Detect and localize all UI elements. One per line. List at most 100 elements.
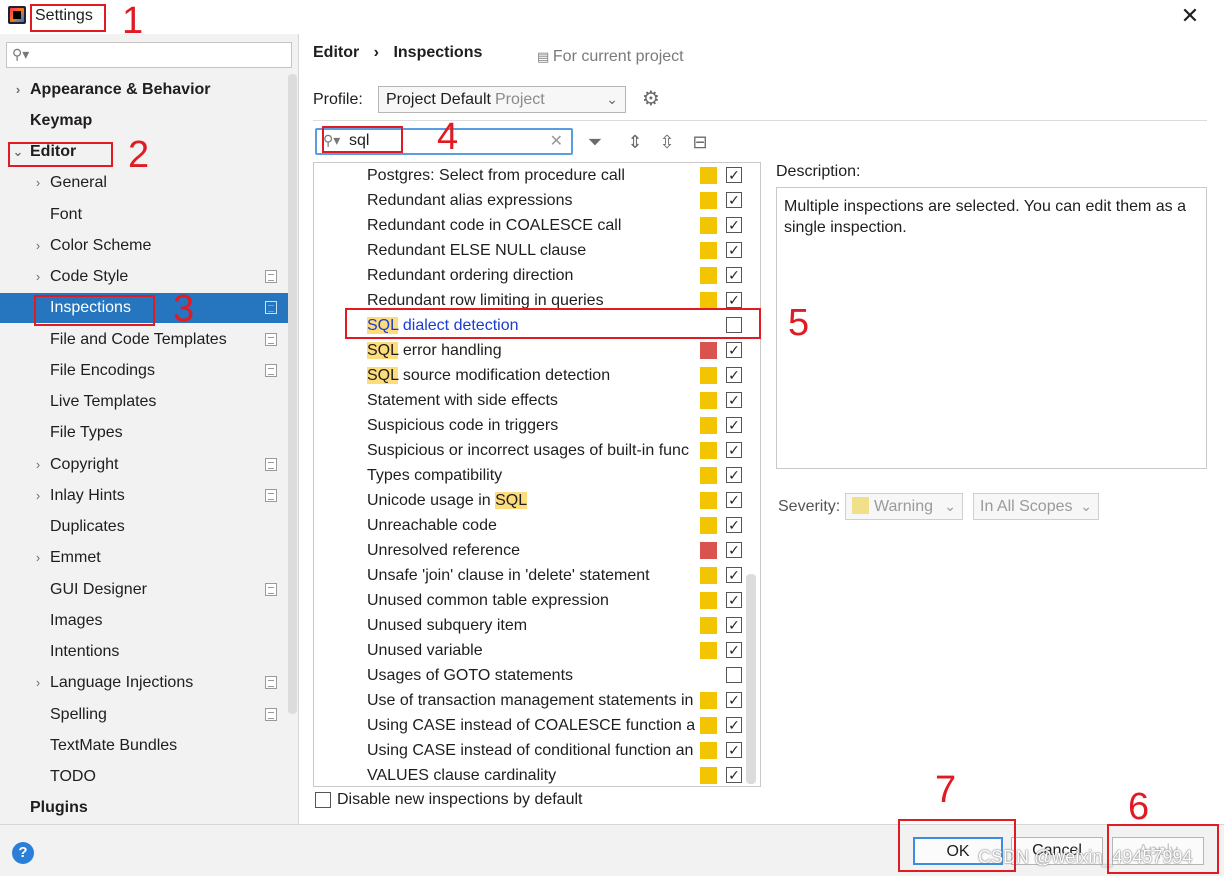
inspection-row[interactable]: Redundant alias expressions ✓ bbox=[314, 188, 760, 213]
inspection-row[interactable]: Unresolved reference ✓ bbox=[314, 538, 760, 563]
sidebar-search-input[interactable]: ⚲▾ bbox=[6, 42, 292, 68]
sidebar-scrollbar[interactable] bbox=[288, 74, 297, 714]
chevron-right-icon[interactable]: › bbox=[32, 543, 44, 573]
inspection-row[interactable]: Unused variable ✓ bbox=[314, 638, 760, 663]
chevron-right-icon[interactable]: › bbox=[32, 231, 44, 261]
inspection-checkbox[interactable]: ✓ bbox=[726, 267, 742, 283]
inspection-row[interactable]: Statement with side effects ✓ bbox=[314, 388, 760, 413]
sidebar-item-general[interactable]: › General bbox=[0, 168, 288, 198]
sidebar-item-editor[interactable]: ⌄ Editor bbox=[0, 137, 288, 167]
inspection-checkbox[interactable]: ✓ bbox=[726, 692, 742, 708]
inspection-row[interactable]: Unicode usage in SQL ✓ bbox=[314, 488, 760, 513]
inspection-row[interactable]: Redundant row limiting in queries ✓ bbox=[314, 288, 760, 313]
severity-dropdown[interactable]: Warning ⌄ bbox=[845, 493, 963, 520]
inspection-checkbox[interactable]: ✓ bbox=[726, 217, 742, 233]
inspection-row[interactable]: Use of transaction management statements… bbox=[314, 688, 760, 713]
chevron-down-icon[interactable]: ⌄ bbox=[12, 137, 24, 167]
sidebar-item-file-types[interactable]: File Types bbox=[0, 418, 288, 448]
expand-all-icon[interactable]: ⇕ bbox=[624, 131, 646, 153]
inspection-row[interactable]: Using CASE instead of COALESCE function … bbox=[314, 713, 760, 738]
scope-dropdown[interactable]: In All Scopes ⌄ bbox=[973, 493, 1099, 520]
sidebar-item-live-templates[interactable]: Live Templates bbox=[0, 387, 288, 417]
sidebar-item-file-and-code-templates[interactable]: File and Code Templates bbox=[0, 325, 288, 355]
inspection-checkbox[interactable] bbox=[726, 317, 742, 333]
sidebar-item-emmet[interactable]: › Emmet bbox=[0, 543, 288, 573]
inspection-checkbox[interactable]: ✓ bbox=[726, 742, 742, 758]
inspection-checkbox[interactable]: ✓ bbox=[726, 592, 742, 608]
inspection-checkbox[interactable]: ✓ bbox=[726, 442, 742, 458]
gear-icon[interactable]: ⚙ bbox=[642, 88, 664, 110]
chevron-right-icon[interactable]: › bbox=[32, 481, 44, 511]
chevron-right-icon[interactable]: › bbox=[32, 450, 44, 480]
disable-new-inspections-checkbox[interactable] bbox=[315, 792, 331, 808]
inspection-checkbox[interactable]: ✓ bbox=[726, 367, 742, 383]
chevron-right-icon[interactable]: › bbox=[32, 668, 44, 698]
reset-icon[interactable]: ⊟ bbox=[689, 131, 711, 153]
inspection-row[interactable]: Redundant ordering direction ✓ bbox=[314, 263, 760, 288]
inspection-checkbox[interactable] bbox=[726, 667, 742, 683]
list-scrollbar[interactable] bbox=[746, 574, 756, 784]
sidebar-item-plugins[interactable]: Plugins bbox=[0, 793, 288, 823]
inspection-checkbox[interactable]: ✓ bbox=[726, 767, 742, 783]
sidebar-item-inspections[interactable]: Inspections bbox=[0, 293, 288, 323]
sidebar-item-textmate-bundles[interactable]: TextMate Bundles bbox=[0, 731, 288, 761]
chevron-right-icon[interactable]: › bbox=[32, 262, 44, 292]
profile-dropdown[interactable]: Project Default Project ⌄ bbox=[378, 86, 626, 113]
inspection-checkbox[interactable]: ✓ bbox=[726, 167, 742, 183]
inspection-checkbox[interactable]: ✓ bbox=[726, 292, 742, 308]
collapse-all-icon[interactable]: ⇳ bbox=[656, 131, 678, 153]
inspection-checkbox[interactable]: ✓ bbox=[726, 242, 742, 258]
inspection-search-input[interactable]: ⚲▾ sql ✕ bbox=[315, 128, 573, 155]
sidebar-item-intentions[interactable]: Intentions bbox=[0, 637, 288, 667]
inspection-row[interactable]: VALUES clause cardinality ✓ bbox=[314, 763, 760, 786]
filter-icon[interactable]: ⏷ bbox=[584, 131, 606, 153]
sidebar-item-language-injections[interactable]: › Language Injections bbox=[0, 668, 288, 698]
clear-icon[interactable]: ✕ bbox=[550, 131, 563, 151]
inspection-checkbox[interactable]: ✓ bbox=[726, 642, 742, 658]
inspection-checkbox[interactable]: ✓ bbox=[726, 617, 742, 633]
inspection-row[interactable]: SQL error handling ✓ bbox=[314, 338, 760, 363]
inspection-row[interactable]: Redundant ELSE NULL clause ✓ bbox=[314, 238, 760, 263]
close-icon[interactable]: ✕ bbox=[1180, 4, 1200, 28]
chevron-right-icon[interactable]: › bbox=[32, 168, 44, 198]
inspection-row[interactable]: Using CASE instead of conditional functi… bbox=[314, 738, 760, 763]
sidebar-item-todo[interactable]: TODO bbox=[0, 762, 288, 792]
sidebar-item-gui-designer[interactable]: GUI Designer bbox=[0, 575, 288, 605]
sidebar-item-color-scheme[interactable]: › Color Scheme bbox=[0, 231, 288, 261]
sidebar-item-font[interactable]: Font bbox=[0, 200, 288, 230]
sidebar-item-duplicates[interactable]: Duplicates bbox=[0, 512, 288, 542]
inspection-checkbox[interactable]: ✓ bbox=[726, 517, 742, 533]
sidebar-item-spelling[interactable]: Spelling bbox=[0, 700, 288, 730]
sidebar-item-images[interactable]: Images bbox=[0, 606, 288, 636]
inspection-checkbox[interactable]: ✓ bbox=[726, 467, 742, 483]
inspection-row[interactable]: Unused subquery item ✓ bbox=[314, 613, 760, 638]
sidebar-item-appearance-behavior[interactable]: › Appearance & Behavior bbox=[0, 75, 288, 105]
breadcrumb-parent[interactable]: Editor bbox=[313, 44, 359, 61]
inspection-checkbox[interactable]: ✓ bbox=[726, 542, 742, 558]
sidebar-item-keymap[interactable]: Keymap bbox=[0, 106, 288, 136]
inspection-checkbox[interactable]: ✓ bbox=[726, 192, 742, 208]
inspection-row[interactable]: Suspicious code in triggers ✓ bbox=[314, 413, 760, 438]
inspection-checkbox[interactable]: ✓ bbox=[726, 392, 742, 408]
inspection-checkbox[interactable]: ✓ bbox=[726, 342, 742, 358]
help-icon[interactable]: ? bbox=[12, 842, 34, 864]
inspection-row[interactable]: Suspicious or incorrect usages of built-… bbox=[314, 438, 760, 463]
sidebar-item-code-style[interactable]: › Code Style bbox=[0, 262, 288, 292]
sidebar-item-inlay-hints[interactable]: › Inlay Hints bbox=[0, 481, 288, 511]
sidebar-item-file-encodings[interactable]: File Encodings bbox=[0, 356, 288, 386]
inspection-checkbox[interactable]: ✓ bbox=[726, 492, 742, 508]
inspection-row[interactable]: SQL dialect detection bbox=[314, 313, 760, 338]
chevron-right-icon[interactable]: › bbox=[12, 75, 24, 105]
inspection-row[interactable]: SQL source modification detection ✓ bbox=[314, 363, 760, 388]
inspection-checkbox[interactable]: ✓ bbox=[726, 567, 742, 583]
inspection-checkbox[interactable]: ✓ bbox=[726, 417, 742, 433]
inspection-row[interactable]: Usages of GOTO statements bbox=[314, 663, 760, 688]
inspection-row[interactable]: Unused common table expression ✓ bbox=[314, 588, 760, 613]
inspection-row[interactable]: Unreachable code ✓ bbox=[314, 513, 760, 538]
inspection-checkbox[interactable]: ✓ bbox=[726, 717, 742, 733]
inspection-row[interactable]: Redundant code in COALESCE call ✓ bbox=[314, 213, 760, 238]
inspection-row[interactable]: Postgres: Select from procedure call ✓ bbox=[314, 163, 760, 188]
inspection-row[interactable]: Unsafe 'join' clause in 'delete' stateme… bbox=[314, 563, 760, 588]
inspection-row[interactable]: Types compatibility ✓ bbox=[314, 463, 760, 488]
sidebar-item-copyright[interactable]: › Copyright bbox=[0, 450, 288, 480]
